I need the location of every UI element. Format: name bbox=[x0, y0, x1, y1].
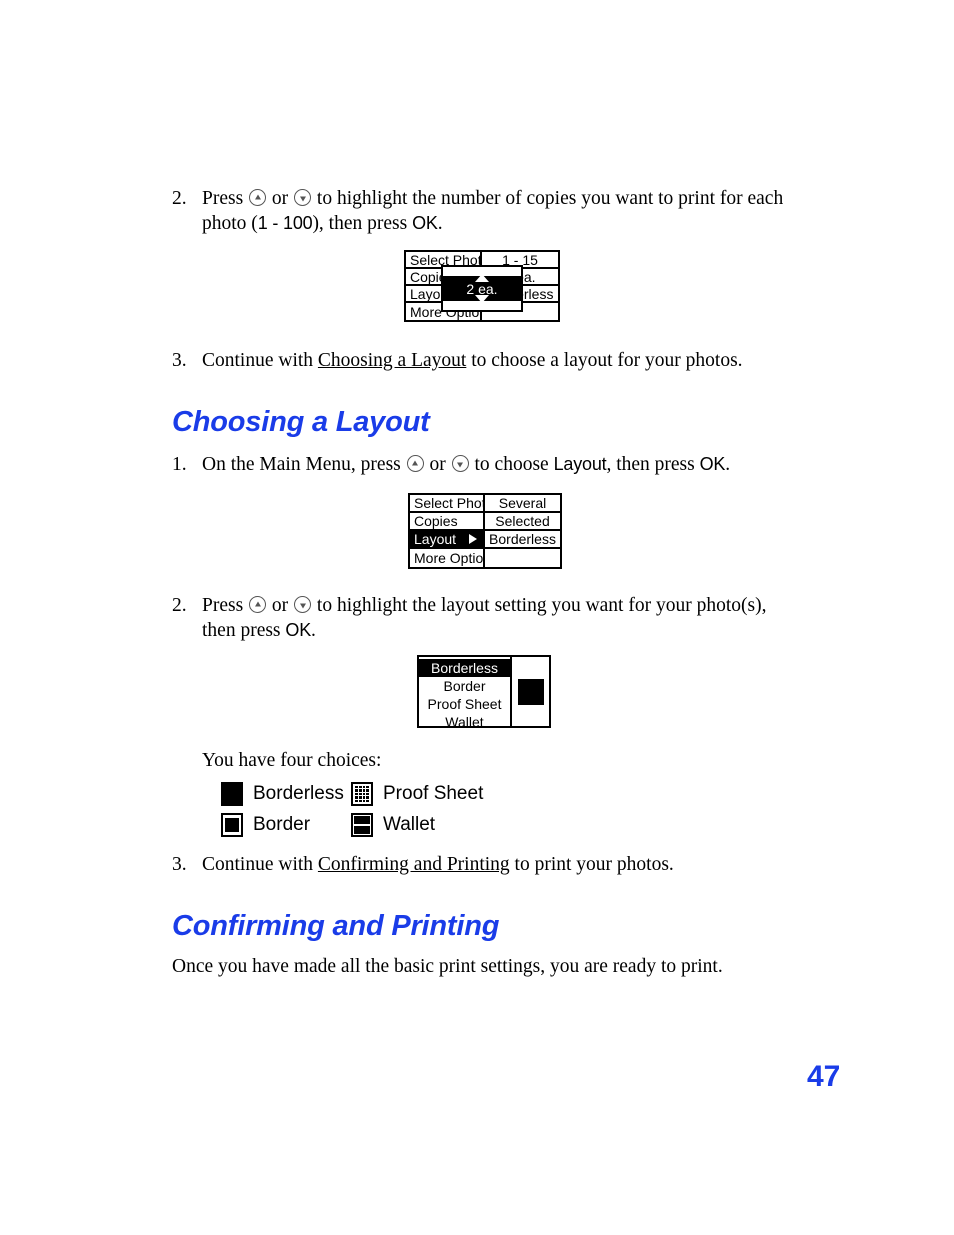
ok-button-label: OK bbox=[699, 454, 726, 474]
step-text-part: , then press bbox=[606, 454, 700, 475]
step-number: 3. bbox=[172, 350, 187, 371]
up-arrow-key-icon bbox=[249, 189, 267, 206]
step-text-part: ), then press bbox=[312, 213, 413, 234]
lcd-row[interactable]: More Options bbox=[410, 549, 560, 567]
border-icon bbox=[221, 813, 243, 837]
layout-option-wallet[interactable]: Wallet bbox=[419, 713, 510, 731]
legend-label: Borderless bbox=[253, 783, 344, 804]
spinner-down-arrow-icon[interactable] bbox=[475, 295, 489, 303]
down-arrow-key-icon bbox=[294, 189, 312, 206]
step-text-part: . bbox=[311, 620, 316, 641]
step-text-part: . bbox=[725, 454, 731, 475]
up-arrow-key-icon bbox=[249, 596, 267, 613]
copies-value: 2 ea. bbox=[466, 280, 498, 297]
layout-option-borderless[interactable]: Borderless bbox=[419, 659, 510, 677]
up-arrow-key-icon bbox=[406, 455, 424, 472]
legend-item-proof-sheet: Proof Sheet bbox=[351, 782, 483, 806]
step-text-part: . bbox=[437, 213, 443, 234]
lcd-main-menu-screen: Select Photo Several Copies Selected Lay… bbox=[408, 493, 562, 569]
step-layout-3: 3. Continue with Confirming and Printing… bbox=[172, 852, 812, 877]
borderless-icon bbox=[221, 782, 243, 806]
copies-range-value: 1 - 100 bbox=[257, 213, 313, 233]
lcd-value: Several bbox=[498, 495, 547, 511]
step-text: Continue with Choosing a Layout to choos… bbox=[202, 348, 812, 373]
down-arrow-key-icon bbox=[294, 596, 312, 613]
proof-sheet-icon bbox=[351, 782, 373, 806]
lcd-label: Select Photo bbox=[410, 495, 485, 511]
legend-label: Proof Sheet bbox=[383, 783, 484, 804]
xref-choosing-a-layout[interactable]: Choosing a Layout bbox=[318, 350, 466, 371]
page-number: 47 bbox=[807, 1060, 841, 1093]
step-text-part: Continue with bbox=[202, 350, 318, 371]
step-copies-3: 3. Continue with Choosing a Layout to ch… bbox=[172, 348, 812, 373]
lcd-row-selected-layout[interactable]: Layout Borderless bbox=[410, 531, 560, 549]
step-text-part: Press bbox=[202, 595, 249, 616]
lcd-layout-list-screen: Borderless Border Proof Sheet Wallet bbox=[417, 655, 551, 730]
step-number: 2. bbox=[172, 188, 187, 209]
borderless-preview-icon bbox=[517, 678, 544, 705]
step-text-part: or bbox=[267, 188, 294, 209]
step-text-part: to choose bbox=[469, 454, 554, 475]
step-layout-1: 1. On the Main Menu, press or to choose … bbox=[172, 452, 812, 477]
popup-top-bar bbox=[443, 267, 521, 282]
lcd-label-text: Layout bbox=[414, 531, 457, 547]
step-text-part: On the Main Menu, press bbox=[202, 454, 406, 475]
step-copies-2: 2. Press or to highlight the number of c… bbox=[172, 186, 802, 236]
step-text-part: to print your photos. bbox=[509, 854, 674, 875]
lcd-value: Borderless bbox=[485, 531, 560, 547]
legend-item-border: Border bbox=[221, 813, 351, 837]
copies-spinner-popup[interactable]: 2 ea. bbox=[441, 265, 523, 312]
lcd-label: Copies bbox=[410, 513, 485, 529]
step-text-part: to choose a layout for your photos. bbox=[466, 350, 743, 371]
layout-choices-legend: Borderless Proof Sheet Border Wallet bbox=[221, 779, 551, 841]
chevron-right-icon bbox=[469, 534, 477, 544]
layout-preview-pane bbox=[510, 657, 549, 726]
step-number: 3. bbox=[172, 854, 187, 875]
legend-item-wallet: Wallet bbox=[351, 813, 435, 837]
spinner-up-arrow-icon[interactable] bbox=[475, 274, 489, 282]
legend-label: Wallet bbox=[383, 814, 436, 835]
xref-confirming-and-printing[interactable]: Confirming and Printing bbox=[318, 854, 510, 875]
lcd-label: More Options bbox=[410, 549, 485, 567]
wallet-icon bbox=[351, 813, 373, 837]
layout-option-proof-sheet[interactable]: Proof Sheet bbox=[419, 695, 510, 713]
manual-page: 2. Press or to highlight the number of c… bbox=[0, 0, 954, 1235]
step-text: On the Main Menu, press or to choose Lay… bbox=[202, 452, 812, 477]
layout-menu-term: Layout bbox=[553, 454, 607, 474]
layout-option-border[interactable]: Border bbox=[419, 677, 510, 695]
heading-confirming-and-printing: Confirming and Printing bbox=[172, 910, 500, 942]
down-arrow-key-icon bbox=[451, 455, 469, 472]
step-text-part: Continue with bbox=[202, 854, 318, 875]
heading-choosing-a-layout: Choosing a Layout bbox=[172, 406, 430, 438]
confirming-intro-paragraph: Once you have made all the basic print s… bbox=[172, 956, 723, 977]
legend-item-borderless: Borderless bbox=[221, 782, 351, 806]
step-layout-2: 2. Press or to highlight the layout sett… bbox=[172, 593, 772, 643]
lcd-value bbox=[485, 549, 560, 567]
legend-row: Border Wallet bbox=[221, 810, 551, 840]
step-text: Continue with Confirming and Printing to… bbox=[202, 852, 812, 877]
legend-label: Border bbox=[253, 814, 311, 835]
popup-bottom-bar bbox=[443, 295, 521, 310]
lcd-row[interactable]: Select Photo Several bbox=[410, 495, 560, 513]
ok-button-label: OK bbox=[412, 213, 438, 233]
step-number: 2. bbox=[172, 595, 187, 616]
four-choices-intro: You have four choices: bbox=[202, 750, 382, 771]
legend-row: Borderless Proof Sheet bbox=[221, 779, 551, 809]
step-number: 1. bbox=[172, 454, 187, 475]
layout-option-list: Borderless Border Proof Sheet Wallet bbox=[419, 657, 510, 730]
lcd-row[interactable]: Copies Selected bbox=[410, 513, 560, 531]
step-text-part: or bbox=[424, 454, 451, 475]
step-text: Press or to highlight the number of copi… bbox=[202, 186, 802, 236]
lcd-value: Selected bbox=[495, 513, 550, 529]
step-text-part: Press bbox=[202, 188, 249, 209]
step-text: Press or to highlight the layout setting… bbox=[202, 593, 772, 643]
step-text-part: or bbox=[267, 595, 294, 616]
lcd-label: Layout bbox=[410, 531, 485, 547]
ok-button-label: OK bbox=[285, 620, 312, 640]
